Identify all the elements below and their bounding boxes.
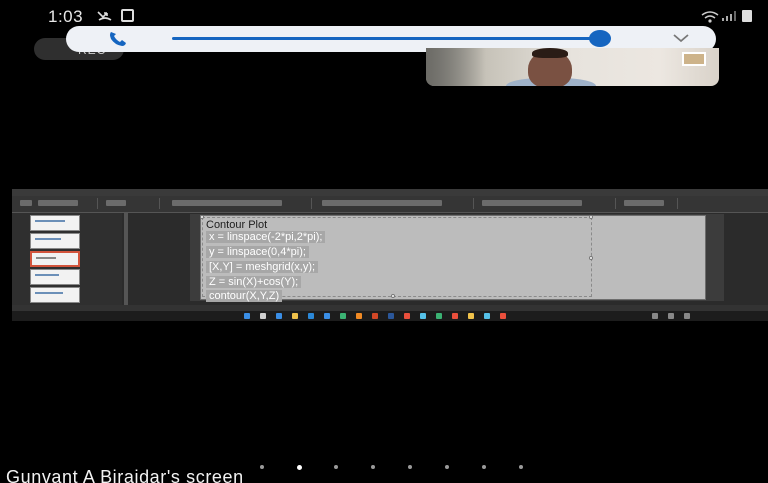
page-dot-active[interactable] xyxy=(297,465,302,470)
slide-thumbnail[interactable] xyxy=(30,287,80,303)
page-dot[interactable] xyxy=(260,465,264,469)
page-dot[interactable] xyxy=(482,465,486,469)
page-dot[interactable] xyxy=(371,465,375,469)
ribbon-toolbar xyxy=(12,196,768,213)
battery-icon xyxy=(742,10,752,22)
file-explorer-icon[interactable] xyxy=(292,313,298,319)
missed-call-icon xyxy=(97,11,112,21)
signal-icon xyxy=(722,11,736,21)
shared-screen[interactable]: Contour Plot x = linspace(-2*pi,2*pi); y… xyxy=(12,189,768,321)
chrome-icon[interactable] xyxy=(340,313,346,319)
word-icon[interactable] xyxy=(388,313,394,319)
call-progress-track[interactable] xyxy=(172,37,600,40)
app-icon[interactable] xyxy=(436,313,442,319)
page-dot[interactable] xyxy=(334,465,338,469)
page-dot[interactable] xyxy=(445,465,449,469)
ribbon-button[interactable] xyxy=(624,200,664,206)
code-line: [X,Y] = meshgrid(x,y); xyxy=(206,261,319,273)
wifi-icon xyxy=(701,11,719,23)
page-dot[interactable] xyxy=(408,465,412,469)
thumbnail-scrollbar[interactable] xyxy=(124,213,128,305)
video-background xyxy=(426,48,486,86)
wall-picture xyxy=(682,52,706,66)
slide-thumbnail[interactable] xyxy=(30,233,80,249)
slide-thumbnail[interactable] xyxy=(30,215,80,231)
app-icon[interactable] xyxy=(420,313,426,319)
slide-title: Contour Plot xyxy=(206,219,268,231)
page-dot[interactable] xyxy=(519,465,523,469)
ribbon-button[interactable] xyxy=(106,200,126,206)
windows-taskbar xyxy=(12,311,768,321)
status-time: 1:03 xyxy=(48,7,84,26)
participant-video[interactable] xyxy=(426,48,719,86)
ribbon-button[interactable] xyxy=(322,200,442,206)
resize-handle[interactable] xyxy=(391,294,395,298)
system-tray-icon[interactable] xyxy=(652,313,658,319)
app-icon[interactable] xyxy=(500,313,506,319)
screen-share-caption: Gunvant A Birajdar's screen xyxy=(6,467,244,483)
store-icon[interactable] xyxy=(324,313,330,319)
ribbon-button[interactable] xyxy=(20,200,32,206)
current-slide[interactable]: Contour Plot x = linspace(-2*pi,2*pi); y… xyxy=(200,215,706,302)
page-indicator xyxy=(250,465,550,473)
ribbon-button[interactable] xyxy=(482,200,582,206)
code-line: contour(X,Y,Z) xyxy=(206,290,283,302)
ribbon-button[interactable] xyxy=(172,200,282,206)
edge-icon[interactable] xyxy=(308,313,314,319)
system-tray-icon[interactable] xyxy=(668,313,674,319)
ribbon-tabs xyxy=(12,189,768,196)
resize-handle[interactable] xyxy=(589,256,593,260)
call-progress-thumb[interactable] xyxy=(589,30,611,47)
code-line: x = linspace(-2*pi,2*pi); xyxy=(206,231,326,243)
system-tray-icon[interactable] xyxy=(684,313,690,319)
app-icon[interactable] xyxy=(468,313,474,319)
app-icon[interactable] xyxy=(484,313,490,319)
slide-thumbnail-panel xyxy=(12,213,122,305)
powerpoint-icon[interactable] xyxy=(372,313,378,319)
app-icon[interactable] xyxy=(452,313,458,319)
app-icon[interactable] xyxy=(356,313,362,319)
resize-handle[interactable] xyxy=(200,215,204,219)
ribbon-button[interactable] xyxy=(38,200,78,206)
search-icon[interactable] xyxy=(260,313,266,319)
resize-handle[interactable] xyxy=(589,215,593,219)
phone-icon[interactable] xyxy=(108,30,128,48)
picture-icon xyxy=(121,9,134,22)
code-line: Z = sin(X)+cos(Y); xyxy=(206,276,302,288)
app-icon[interactable] xyxy=(404,313,410,319)
participant-hair xyxy=(532,48,568,58)
chevron-down-icon[interactable] xyxy=(672,32,690,44)
slide-editor: Contour Plot x = linspace(-2*pi,2*pi); y… xyxy=(190,214,724,302)
code-line: y = linspace(0,4*pi); xyxy=(206,246,309,258)
slide-thumbnail-active[interactable] xyxy=(30,251,80,267)
start-icon[interactable] xyxy=(244,313,250,319)
slide-thumbnail[interactable] xyxy=(30,269,80,285)
task-view-icon[interactable] xyxy=(276,313,282,319)
